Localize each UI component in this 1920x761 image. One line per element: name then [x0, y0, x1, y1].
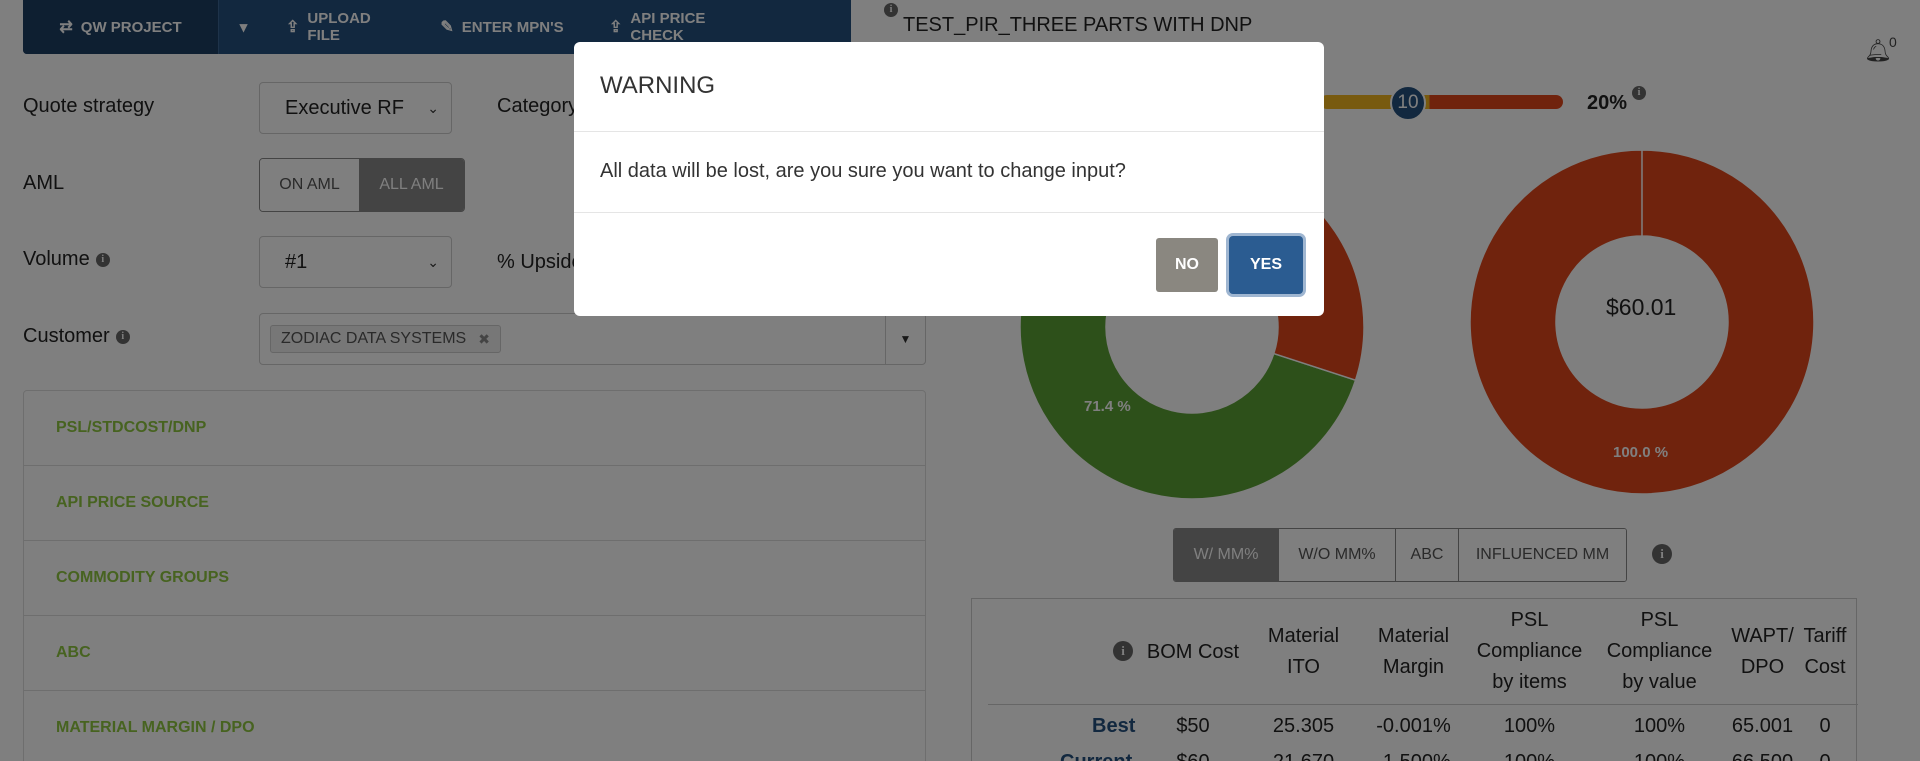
modal-footer: NO YES — [574, 213, 1324, 316]
warning-modal: WARNING All data will be lost, are you s… — [574, 42, 1324, 316]
yes-button[interactable]: YES — [1229, 236, 1303, 294]
modal-title: WARNING — [574, 42, 1324, 132]
no-button[interactable]: NO — [1156, 238, 1218, 292]
modal-message: All data will be lost, are you sure you … — [574, 132, 1324, 213]
